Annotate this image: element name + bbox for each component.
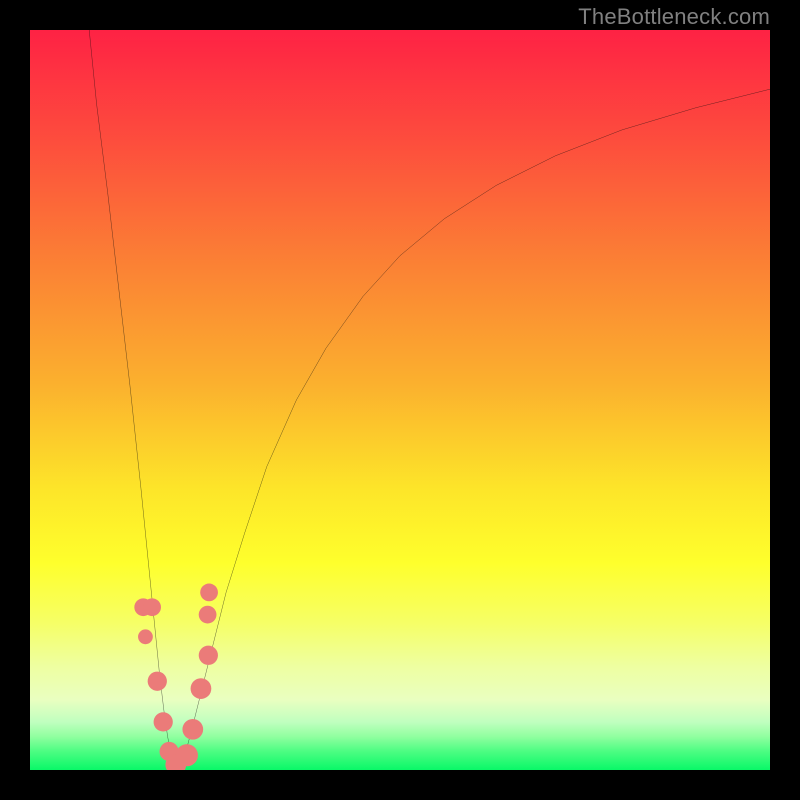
curve-right-branch xyxy=(178,89,770,770)
data-marker xyxy=(200,584,218,602)
data-marker xyxy=(199,606,217,624)
data-marker xyxy=(199,646,218,665)
watermark-text: TheBottleneck.com xyxy=(578,4,770,30)
curve-left-branch xyxy=(89,30,178,770)
data-marker xyxy=(154,712,173,731)
curve-layer xyxy=(30,30,770,770)
data-marker xyxy=(191,678,212,699)
data-marker xyxy=(138,629,153,644)
data-marker xyxy=(182,719,203,740)
data-marker xyxy=(148,672,167,691)
plot-area xyxy=(30,30,770,770)
data-marker xyxy=(143,598,161,616)
chart-frame: TheBottleneck.com xyxy=(0,0,800,800)
data-marker xyxy=(176,744,198,766)
